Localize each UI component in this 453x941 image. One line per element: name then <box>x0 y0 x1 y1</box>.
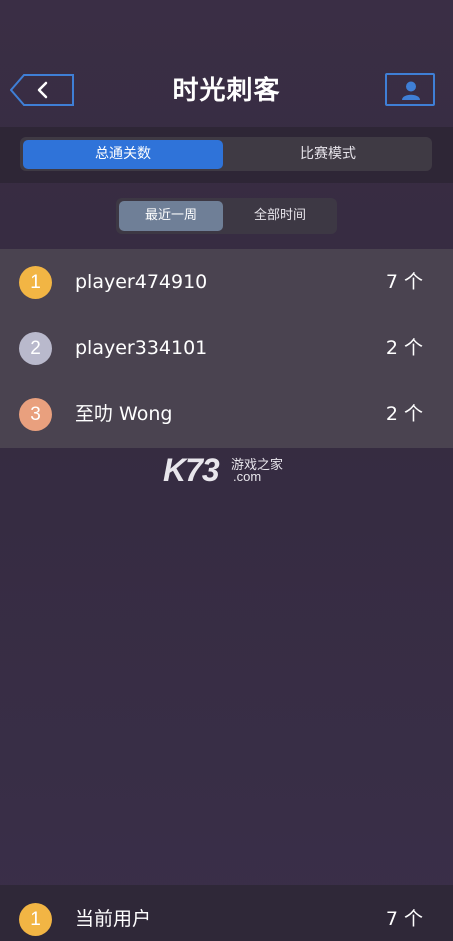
watermark-domain: .com <box>233 469 262 484</box>
rank-badge: 3 <box>19 398 52 431</box>
leaderboard-row[interactable]: 1 player474910 7 个 <box>0 249 453 315</box>
leaderboard-row[interactable]: 2 player334101 2 个 <box>0 315 453 381</box>
leaderboard-row[interactable]: 3 至叻 Wong 2 个 <box>0 381 453 447</box>
watermark-logo: K73 游戏之家 .com <box>163 452 303 488</box>
filter-last-week[interactable]: 最近一周 <box>119 201 223 231</box>
tab-total-clears[interactable]: 总通关数 <box>23 140 223 169</box>
mode-tabbar: 总通关数 比赛模式 <box>20 137 432 171</box>
time-filter: 最近一周 全部时间 <box>116 198 337 234</box>
player-score: 2 个 <box>385 337 423 359</box>
watermark-brand: K73 <box>163 452 220 488</box>
player-score: 7 个 <box>385 271 423 293</box>
app-header: 时光刺客 <box>0 0 453 127</box>
tab-match-mode[interactable]: 比赛模式 <box>228 140 428 169</box>
rank-badge: 1 <box>19 266 52 299</box>
player-name: player474910 <box>75 271 208 293</box>
profile-button[interactable] <box>385 73 435 106</box>
current-user-name: 当前用户 <box>75 908 152 930</box>
player-score: 2 个 <box>385 403 423 425</box>
player-name: 至叻 Wong <box>75 403 173 425</box>
rank-badge: 2 <box>19 332 52 365</box>
mode-tabbar-area: 总通关数 比赛模式 <box>0 127 453 183</box>
filter-all-time[interactable]: 全部时间 <box>228 201 332 231</box>
player-name: player334101 <box>75 337 208 359</box>
leaderboard-list: 1 player474910 7 个 2 player334101 2 个 3 … <box>0 249 453 448</box>
current-user-row: 1 当前用户 7 个 <box>0 885 453 941</box>
rank-badge: 1 <box>19 903 52 936</box>
user-icon <box>402 81 420 100</box>
current-user-score: 7 个 <box>385 908 423 930</box>
